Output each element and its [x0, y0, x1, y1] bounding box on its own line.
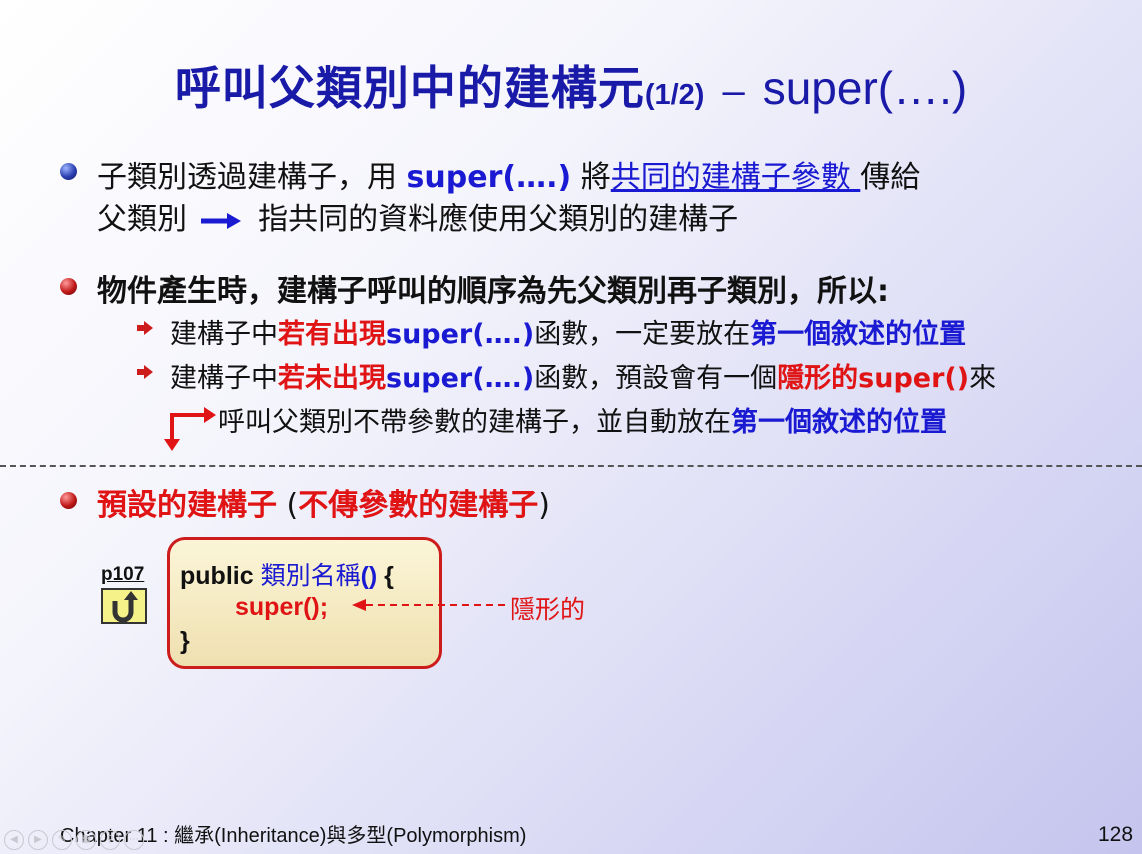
bullet1-text-a: 子類別透過建構子，用	[97, 160, 407, 195]
dashed-left-arrow-icon	[352, 599, 510, 611]
bullet2-sub2: 建構子中若未出現super(….)函數，預設會有一個隱形的super()來	[170, 356, 996, 395]
sub2-text-c: 來	[969, 363, 997, 394]
code-line-3: }	[180, 627, 190, 655]
bullet3-red1: 預設的建構子	[97, 488, 277, 523]
page-number: 128	[1098, 823, 1134, 846]
bullet1-line1: 子類別透過建構子，用 super(….) 將共同的建構子參數 傳給	[97, 152, 920, 196]
bullet3-line: 預設的建構子 (不傳參數的建構子)	[97, 480, 550, 524]
bullet3-paren-open: (	[277, 488, 299, 523]
bullet1-line2: 父類別 指共同的資料應使用父類別的建構子	[97, 194, 738, 238]
sub1-text-b: 函數，一定要放在	[534, 319, 751, 350]
sub-arrow-icon	[137, 365, 153, 379]
bullet2-sub3: 呼叫父類別不帶參數的建構子，並自動放在第一個敘述的位置	[218, 400, 947, 439]
bullet1-link[interactable]: 共同的建構子參數	[611, 160, 861, 195]
bullet2-sub1: 建構子中若有出現super(….)函數，一定要放在第一個敘述的位置	[170, 312, 966, 351]
sub1-super: super(….)	[386, 319, 535, 350]
bent-arrow-icon	[164, 407, 216, 451]
slideshow-nav: ◀ ▶ ✎ ▦ ⚲ ⋯	[4, 830, 144, 850]
bullet2-line: 物件產生時，建構子呼叫的順序為先父類別再子類別，所以:	[97, 274, 889, 309]
bullet-ball-icon	[60, 163, 77, 180]
sub2-text-b: 函數，預設會有一個	[534, 363, 778, 394]
prev-slide-icon[interactable]: ◀	[4, 830, 24, 850]
hidden-annotation: 隱形的	[510, 595, 586, 624]
title-part-number: (1/2)	[644, 79, 705, 111]
slide-title: 呼叫父類別中的建構元(1/2) – super(….)	[0, 52, 1142, 118]
code-parens: ()	[360, 562, 378, 590]
pen-icon[interactable]: ✎	[52, 830, 72, 850]
title-super: super(….)	[762, 62, 968, 114]
bullet-ball-icon	[60, 492, 77, 509]
return-icon	[112, 591, 138, 623]
sub3-blue: 第一個敘述的位置	[731, 407, 947, 438]
bullet1-text-b: 將	[571, 160, 611, 195]
code-open-brace: {	[377, 562, 394, 590]
bullet3-paren-close: )	[538, 488, 550, 523]
page-ref-link[interactable]: p107	[101, 564, 144, 586]
bullet-ball-icon	[60, 278, 77, 295]
code-class-name: 類別名稱	[260, 562, 361, 590]
sub3-text-a: 呼叫父類別不帶參數的建構子，並自動放在	[218, 407, 731, 438]
code-line-1: public 類別名稱() {	[180, 556, 394, 592]
sub2-red: 若未出現	[278, 363, 386, 394]
sub2-red2: 隱形的super()	[777, 363, 970, 394]
sub-arrow-icon	[137, 321, 153, 335]
bullet1-text-c: 傳給	[860, 160, 921, 195]
sub2-super: super(….)	[386, 363, 535, 394]
title-dash: –	[722, 69, 745, 113]
sub1-blue: 第一個敘述的位置	[750, 319, 967, 350]
sub2-text-a: 建構子中	[170, 363, 278, 394]
next-slide-icon[interactable]: ▶	[28, 830, 48, 850]
sub1-text-a: 建構子中	[170, 319, 278, 350]
dashed-separator	[0, 465, 1142, 467]
bullet1-text-d: 父類別	[97, 202, 197, 237]
sub1-red: 若有出現	[278, 319, 386, 350]
bullet1-super: super(….)	[406, 160, 572, 195]
code-line-2: super();	[235, 593, 329, 621]
zoom-icon[interactable]: ⚲	[100, 830, 120, 850]
slides-grid-icon[interactable]: ▦	[76, 830, 96, 850]
bullet1-text-e: 指共同的資料應使用父類別的建構子	[248, 202, 739, 237]
right-arrow-icon	[200, 212, 241, 229]
return-button[interactable]	[101, 588, 147, 624]
more-options-icon[interactable]: ⋯	[124, 830, 144, 850]
bullet3-red2: 不傳參數的建構子	[298, 488, 539, 523]
code-keyword-public: public	[180, 562, 261, 590]
title-chinese: 呼叫父類別中的建構元	[174, 61, 645, 115]
